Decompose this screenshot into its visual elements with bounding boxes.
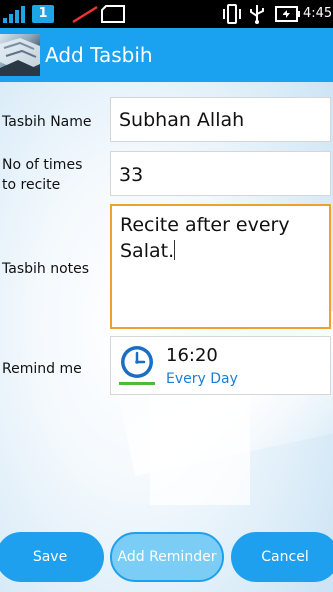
remind-me-label: Remind me (2, 361, 82, 377)
app-logo-icon[interactable] (0, 34, 40, 76)
tasbih-notes-line2-wrap: Salat. (120, 238, 321, 264)
tasbih-notes-label: Tasbih notes (2, 261, 90, 277)
recite-count-value: 33 (119, 164, 144, 186)
signal-icon (3, 6, 25, 23)
recite-count-label-line2: to recite (2, 177, 61, 193)
status-time: 4:45 (303, 6, 333, 21)
tasbih-name-value: Subhan Allah (119, 109, 245, 131)
vibrate-icon (223, 4, 241, 24)
page-title: Add Tasbih (45, 43, 153, 67)
text-caret (174, 240, 176, 260)
sd-card-icon (101, 5, 125, 23)
tasbih-notes-line1: Recite after every (120, 214, 290, 236)
tasbih-name-label: Tasbih Name (2, 114, 92, 130)
app-bar: Add Tasbih (0, 28, 333, 82)
recite-count-label-line1: No of times (2, 157, 83, 173)
background-light-patch (150, 395, 250, 505)
no-sim-icon (72, 5, 98, 24)
clock-underline (119, 382, 155, 385)
battery-icon (275, 6, 300, 22)
recite-count-field[interactable]: 33 (110, 151, 331, 196)
tasbih-notes-line2: Salat. (120, 240, 175, 262)
cancel-button[interactable]: Cancel (231, 532, 333, 582)
reminder-picker[interactable]: 16:20 Every Day (110, 336, 331, 395)
sim-badge: 1 (32, 5, 54, 23)
tasbih-name-field[interactable]: Subhan Allah (110, 97, 331, 142)
save-button[interactable]: Save (0, 532, 104, 582)
clock-icon (121, 346, 153, 378)
reminder-time: 16:20 (166, 345, 218, 366)
status-bar: 1 4:45 (0, 0, 333, 28)
tasbih-notes-field[interactable]: Recite after every Salat. (110, 204, 331, 329)
usb-icon (250, 5, 264, 24)
reminder-repeat: Every Day (166, 371, 238, 387)
add-reminder-button[interactable]: Add Reminder (110, 532, 224, 582)
